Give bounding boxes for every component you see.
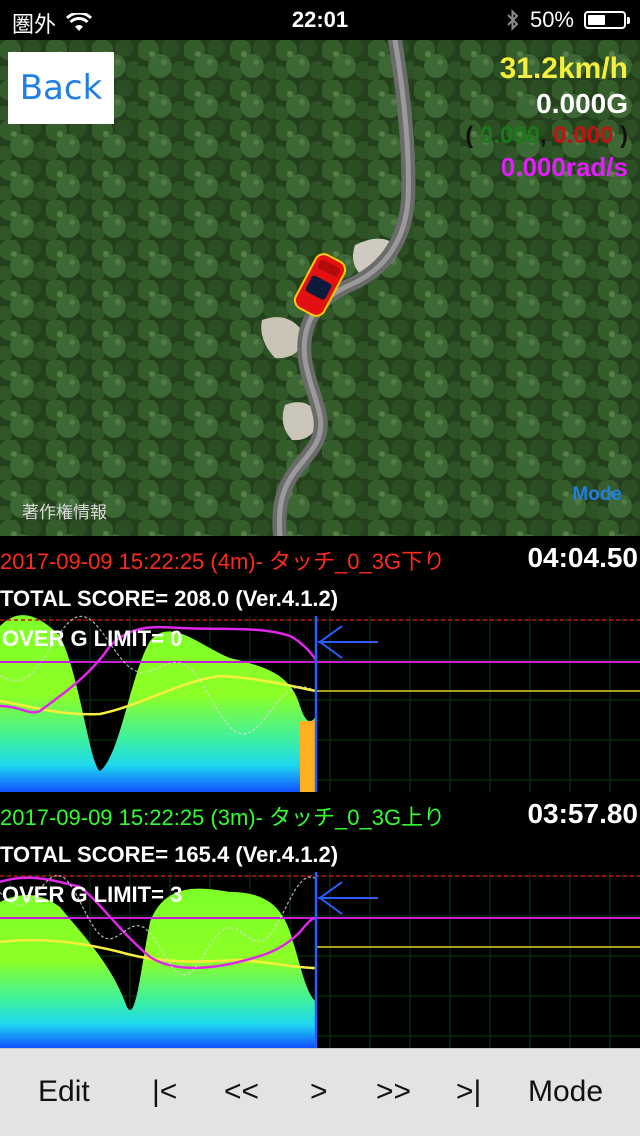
- g-xy-readout: ( 0.000, 0.000 ): [465, 122, 628, 150]
- cursor-arrow-icon: [318, 881, 378, 915]
- graph-panel-2[interactable]: 2017-09-09 15:22:25 (3m)- タッチ_0_3G上り 03:…: [0, 792, 640, 1048]
- lap-time: 04:04.50: [527, 542, 638, 573]
- lap-time: 03:57.80: [527, 798, 638, 829]
- last-button[interactable]: >|: [456, 1075, 481, 1109]
- over-g-limit: OVER G LIMIT= 3: [2, 882, 183, 907]
- edit-button[interactable]: Edit: [38, 1075, 90, 1109]
- back-button[interactable]: Back: [8, 52, 114, 124]
- graph-panel-1[interactable]: 2017-09-09 15:22:25 (4m)- タッチ_0_3G下り 04:…: [0, 536, 640, 792]
- g-force-readout: 0.000G: [536, 88, 628, 119]
- g-x-value: 0.000: [479, 122, 540, 149]
- peak-band: [300, 721, 316, 792]
- copyright-link[interactable]: 著作権情報: [22, 498, 107, 523]
- yaw-rate-readout: 0.000rad/s: [500, 152, 628, 182]
- paren-open: (: [465, 122, 474, 149]
- paren-close: ): [620, 122, 628, 149]
- comma-separator: ,: [539, 122, 547, 149]
- play-button[interactable]: >: [310, 1075, 328, 1109]
- total-score: TOTAL SCORE= 208.0 (Ver.4.1.2): [0, 586, 339, 611]
- forward-button[interactable]: >>: [376, 1075, 411, 1109]
- rewind-button[interactable]: <<: [224, 1075, 259, 1109]
- over-g-limit: OVER G LIMIT= 0: [2, 626, 183, 651]
- g-y-value: 0.000: [553, 122, 614, 149]
- g-force-area: [0, 888, 316, 1048]
- speed-readout: 31.2km/h: [499, 52, 628, 85]
- status-bar: 圏外 22:01 50%: [0, 0, 640, 40]
- mode-button[interactable]: Mode: [528, 1075, 603, 1109]
- map-view[interactable]: Back 31.2km/h 0.000G ( 0.000, 0.000 ) 0.…: [0, 40, 640, 536]
- battery-icon: [584, 11, 630, 29]
- total-score: TOTAL SCORE= 165.4 (Ver.4.1.2): [0, 842, 339, 867]
- map-mode-button[interactable]: Mode: [572, 484, 622, 506]
- battery-percent: 50%: [529, 7, 574, 32]
- cursor-arrow-icon: [318, 625, 378, 659]
- bottom-toolbar: Edit |< << > >> >| Mode: [0, 1048, 640, 1136]
- panel-title: 2017-09-09 15:22:25 (4m)- タッチ_0_3G下り: [0, 549, 446, 574]
- panel-title: 2017-09-09 15:22:25 (3m)- タッチ_0_3G上り: [0, 805, 446, 830]
- first-button[interactable]: |<: [152, 1075, 177, 1109]
- bluetooth-icon: [507, 9, 519, 31]
